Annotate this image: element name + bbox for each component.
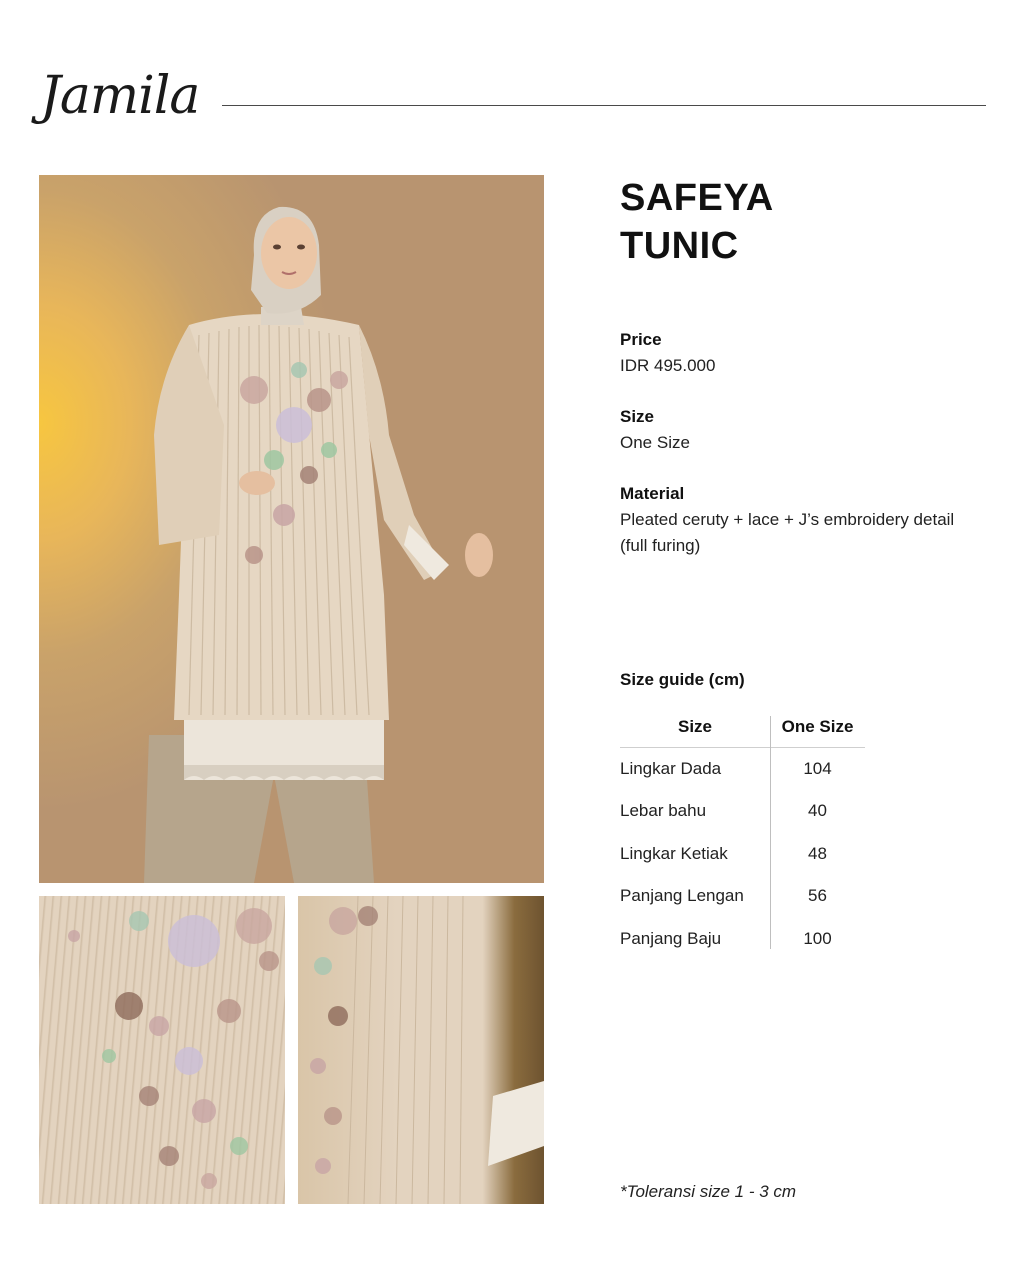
table-cell-value: 104 (803, 759, 832, 778)
product-title-line-2: TUNIC (620, 225, 739, 267)
material-value: Pleated ceruty + lace + J’s embroidery d… (620, 507, 990, 559)
table-cell-value: 40 (808, 801, 827, 821)
table-cell-value: 100 (803, 928, 832, 948)
material-value-line-2: (full furing) (620, 536, 701, 555)
table-row: Lingkar Dada 104 (620, 748, 865, 790)
table-cell-measure: Lingkar Dada (620, 759, 722, 778)
material-value-line-1: Pleated ceruty + lace + J’s embroidery d… (620, 510, 955, 529)
table-row: Panjang Lengan 56 (620, 875, 865, 918)
table-cell-measure: Lebar bahu (620, 801, 707, 821)
size-value: One Size (620, 433, 690, 452)
size-label: Size (620, 407, 655, 426)
material-label: Material (620, 484, 685, 503)
table-header-one-size: One Size (781, 717, 854, 736)
embroidery-detail-illustration (68, 908, 279, 1189)
product-title-line-1: SAFEYA (620, 177, 774, 219)
product-photo-main (39, 175, 544, 883)
size-guide-table: Size One Size Lingkar Dada 104 Lebar bah… (620, 716, 865, 960)
table-column-divider (770, 716, 771, 949)
tolerance-note: *Toleransi size 1 - 3 cm (620, 1182, 797, 1201)
table-cell-measure: Panjang Lengan (620, 886, 744, 906)
table-cell-value: 56 (808, 886, 827, 906)
table-cell-measure: Lingkar Ketiak (620, 843, 728, 863)
size-guide-title: Size guide (cm) (620, 670, 745, 689)
table-header-size: Size (677, 717, 713, 736)
price-value: IDR 495.000 (620, 356, 716, 375)
brand-logo: Jamila (40, 66, 200, 126)
table-header-row: Size One Size (620, 716, 865, 748)
table-cell-measure: Panjang Baju (620, 928, 722, 948)
header-divider (222, 105, 986, 106)
table-row: Lebar bahu 40 (620, 790, 865, 833)
table-row: Panjang Baju 100 (620, 918, 865, 961)
model-illustration (144, 206, 493, 883)
product-photo-detail-sleeve (298, 896, 544, 1204)
product-photo-detail-embroidery (39, 896, 285, 1204)
product-title: SAFEYA TUNIC (620, 174, 920, 270)
table-row: Lingkar Ketiak 48 (620, 833, 865, 876)
sleeve-detail-illustration (310, 896, 544, 1204)
price-label: Price (620, 330, 662, 349)
table-cell-value: 48 (808, 843, 827, 863)
